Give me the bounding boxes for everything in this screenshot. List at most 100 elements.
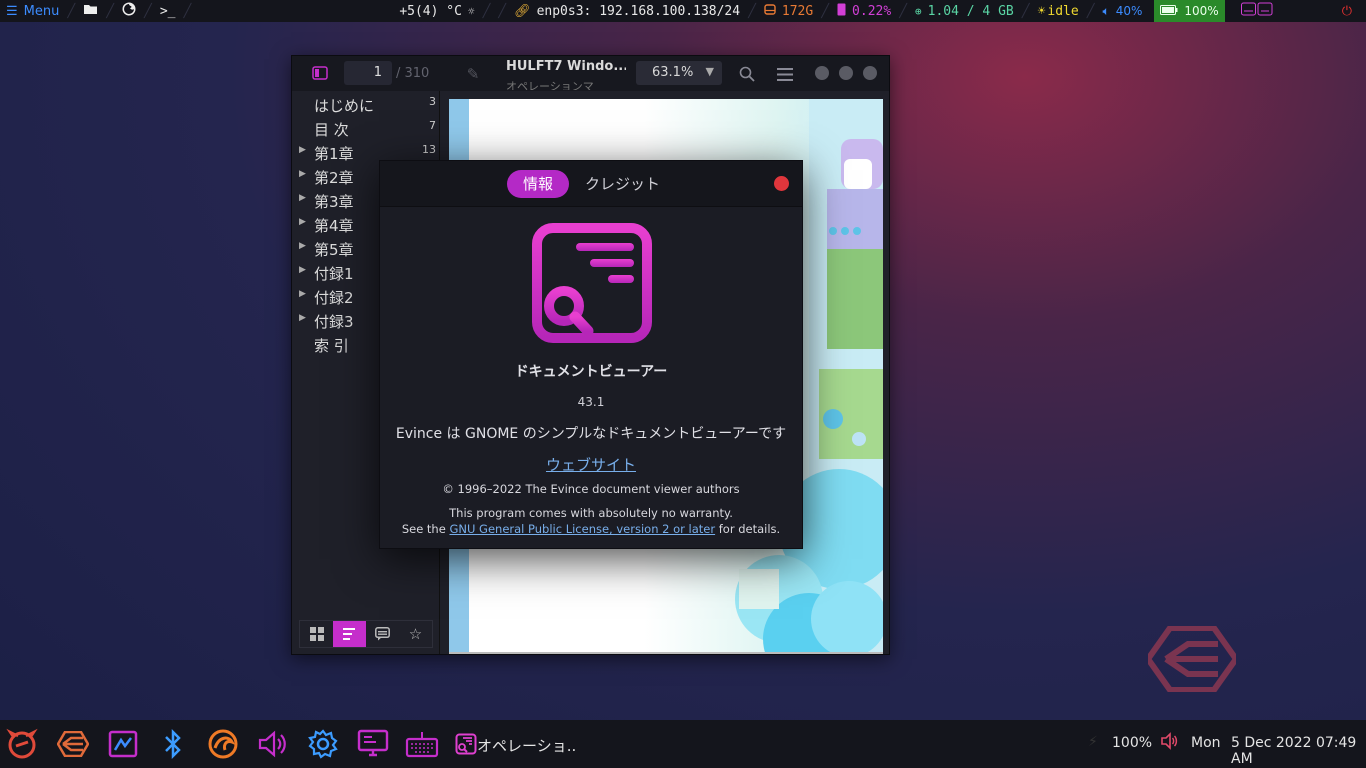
weather-widget[interactable]: +5(4) °C ☼ (393, 0, 480, 22)
clock-day: Mon (1191, 735, 1221, 751)
terminal-launcher[interactable]: >_ (154, 0, 182, 22)
memory-widget[interactable]: ⊕ 1.04 / 4 GB (909, 0, 1020, 22)
page-number-input[interactable]: 1 (344, 61, 392, 85)
expander-icon[interactable]: ▶ (299, 145, 306, 155)
brightness-widget[interactable]: ⚡ 100% (1088, 730, 1152, 758)
outline-icon (342, 628, 355, 640)
monitor-icon (357, 729, 389, 757)
expander-icon[interactable]: ▶ (299, 169, 306, 179)
settings-launcher[interactable] (306, 728, 340, 760)
page-total: / 310 (396, 66, 430, 81)
tab-info[interactable]: 情報 (507, 170, 569, 198)
outline-tab[interactable] (333, 621, 366, 647)
taskbar: オペレーショ.. ⚡ 100% Mon 5 Dec 2022 07:49 AM (0, 720, 1366, 768)
audio-launcher[interactable] (256, 728, 290, 760)
search-icon (739, 66, 755, 82)
toc-item-label: 第1章 (314, 145, 354, 163)
warranty-text: This program comes with absolutely no wa… (449, 506, 733, 520)
close-button[interactable] (774, 176, 789, 191)
comment-icon (375, 627, 390, 641)
toc-item-label: 付録3 (314, 313, 354, 331)
expander-icon[interactable]: ▶ (299, 313, 306, 323)
app-launcher-button[interactable] (5, 728, 39, 760)
display-settings-launcher[interactable] (356, 728, 390, 760)
search-button[interactable] (734, 61, 760, 87)
toc-item-label: 付録2 (314, 289, 354, 307)
expander-icon[interactable]: ▶ (299, 265, 306, 275)
about-header: 情報 クレジット (380, 161, 802, 207)
system-monitor-launcher[interactable] (106, 728, 140, 760)
annotate-button[interactable]: ✎ (460, 61, 486, 87)
zoom-selector[interactable]: 63.1% ▼ (636, 61, 722, 85)
volume-widget[interactable]: 🔈︎ 40% (1097, 0, 1149, 22)
keyboard-settings-launcher[interactable] (405, 728, 439, 760)
disk-widget[interactable]: 172G (758, 0, 819, 22)
network-widget[interactable]: 🔗︎ enp0s3: 192.168.100.138/24 (508, 0, 746, 22)
annotations-tab[interactable] (366, 621, 399, 647)
separator: ╱ ╱ (482, 3, 507, 19)
minimize-button[interactable] (815, 66, 829, 80)
browser-launcher[interactable] (116, 0, 142, 22)
keyboard-layout-widget[interactable] (1235, 0, 1279, 22)
main-menu-button[interactable] (772, 61, 798, 87)
expander-icon[interactable]: ▶ (299, 289, 306, 299)
website-link: ウェブサイト (380, 454, 802, 475)
close-button[interactable] (863, 66, 877, 80)
toc-item[interactable]: 目 次 7 (292, 117, 440, 141)
bookmarks-tab[interactable]: ☆ (399, 621, 432, 647)
star-icon: ☆ (408, 625, 423, 643)
sidebar-view-switcher: ☆ (299, 620, 433, 648)
toc-item-label: 第5章 (314, 241, 354, 259)
separator: ╱ (67, 3, 76, 19)
bluetooth-launcher[interactable] (156, 728, 190, 760)
file-manager-launcher[interactable] (77, 0, 104, 22)
brightness-icon: ⚡ (1088, 734, 1098, 750)
browser-launcher[interactable] (206, 728, 240, 760)
sidebar-toggle-button[interactable] (307, 60, 333, 86)
task-label: オペレーショ.. (477, 737, 577, 755)
battery-text: 100% (1184, 4, 1219, 18)
separator: ╱ (144, 3, 152, 19)
separator: ╱ (1086, 3, 1095, 19)
app-name: ドキュメントビューアー (514, 364, 668, 380)
pencil-icon: ✎ (466, 65, 480, 83)
website-link-text[interactable]: ウェブサイト (546, 456, 636, 474)
toc-item[interactable]: はじめに 3 (292, 93, 440, 117)
power-button[interactable]: ⏻ (1336, 0, 1358, 22)
status-widget[interactable]: ☀ idle (1032, 0, 1085, 22)
toc-item-page: 13 (422, 143, 436, 156)
clock-datetime[interactable]: 5 Dec 2022 07:49 AM (1231, 735, 1366, 767)
toc-item-label: 第2章 (314, 169, 354, 187)
separator: ╱ (1021, 3, 1030, 19)
expander-icon[interactable]: ▶ (299, 241, 306, 251)
weather-text: +5(4) °C (399, 3, 462, 19)
about-dialog: 情報 クレジット ドキュメントビューアー 43.1 Evince は GNOME… (379, 160, 803, 549)
keyboard-icon (1240, 2, 1273, 20)
maximize-button[interactable] (839, 66, 853, 80)
hamburger-icon: ☰ (6, 3, 18, 19)
garuda-launcher[interactable] (56, 728, 90, 760)
volume-icon[interactable] (1160, 732, 1178, 754)
toc-item-label: 目 次 (314, 121, 349, 139)
battery-icon (1160, 4, 1178, 18)
tab-credits[interactable]: クレジット (585, 170, 660, 198)
firefox-icon (122, 2, 136, 20)
thumbnails-tab[interactable] (300, 621, 333, 647)
separator: ╱ (183, 3, 192, 19)
memory-text: 1.04 / 4 GB (927, 3, 1014, 19)
expander-icon[interactable]: ▶ (299, 217, 306, 227)
sun-icon: ☀ (1037, 3, 1046, 19)
monitor-chart-icon (108, 730, 138, 758)
toc-item-label: 付録1 (314, 265, 354, 283)
license-link[interactable]: GNU General Public License, version 2 or… (449, 522, 715, 536)
cpu-widget[interactable]: 0.22% (831, 0, 897, 22)
document-title: HULFT7 Windo... (506, 59, 626, 74)
expander-icon[interactable]: ▶ (299, 193, 306, 203)
battery-widget[interactable]: 100% (1154, 0, 1225, 22)
menu-button[interactable]: ☰ Menu (0, 0, 65, 22)
hdd-icon (764, 3, 776, 19)
folder-icon (83, 3, 98, 19)
copyright-text: © 1996–2022 The Evince document viewer a… (442, 482, 740, 496)
zoom-value: 63.1% (652, 65, 694, 80)
bluetooth-icon (165, 729, 181, 759)
